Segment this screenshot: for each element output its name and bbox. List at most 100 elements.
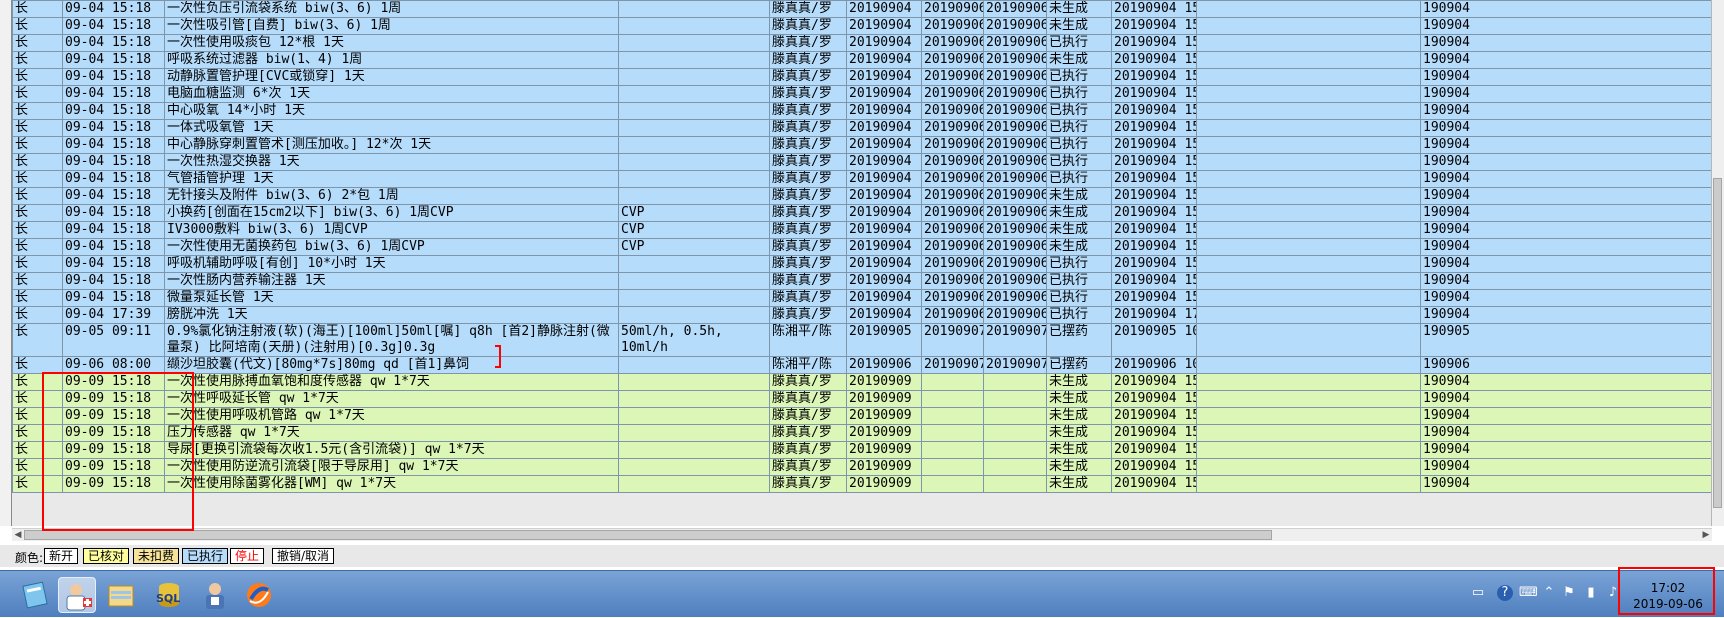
cell-exec-date: 20190906	[922, 256, 984, 273]
table-row[interactable]: 长09-09 15:18压力传感器 qw 1*7天滕真真/罗20190909未生…	[13, 425, 1724, 442]
table-row[interactable]: 长09-04 15:18IV3000敷料 biw(3、6) 1周CVPCVP滕真…	[13, 222, 1724, 239]
cell-status: 已摆药	[1047, 357, 1112, 374]
table-row[interactable]: 长09-09 15:18一次性使用呼吸机管路 qw 1*7天滕真真/罗20190…	[13, 408, 1724, 425]
cell-order-content: 一次性呼吸延长管 qw 1*7天	[165, 391, 619, 408]
cell-blank	[1197, 273, 1421, 290]
table-row[interactable]: 长09-04 15:18呼吸系统过滤器 biw(1、4) 1周滕真真/罗2019…	[13, 52, 1724, 69]
browser-app-icon[interactable]	[240, 577, 278, 613]
network-icon[interactable]: ▭	[1470, 585, 1486, 601]
table-row[interactable]: 长09-04 15:18气管插管护理 1天滕真真/罗20190904201909…	[13, 171, 1724, 188]
cell-status: 未生成	[1047, 374, 1112, 391]
table-row[interactable]: 长09-05 09:110.9%氯化钠注射液(软)(海王)[100ml]50ml…	[13, 324, 1724, 357]
table-row[interactable]: 长09-04 15:18小换药[创面在15cm2以下] biw(3、6) 1周C…	[13, 205, 1724, 222]
cell-dosage-note	[619, 408, 770, 425]
cell-order-content: 一次性肠内营养输注器 1天	[165, 273, 619, 290]
cell-type: 长	[13, 52, 63, 69]
horizontal-scrollbar-thumb[interactable]	[24, 530, 1272, 540]
cell-end-date: 20190906	[984, 171, 1047, 188]
cell-batch: 190904	[1421, 86, 1724, 103]
cell-exec-date: 20190907	[922, 324, 984, 357]
table-row[interactable]: 长09-04 15:18无针接头及附件 biw(3、6) 2*包 1周滕真真/罗…	[13, 188, 1724, 205]
table-row[interactable]: 长09-06 08:00缬沙坦胶囊(代文)[80mg*7s]80mg qd [首…	[13, 357, 1724, 374]
keyboard-icon[interactable]: ⌨	[1519, 585, 1535, 601]
nurse-app-icon[interactable]	[196, 577, 234, 613]
horizontal-scrollbar[interactable]: ◀ ▶	[12, 528, 1712, 541]
cell-batch: 190904	[1421, 222, 1724, 239]
cell-exec-date: 20190906	[922, 307, 984, 324]
table-row[interactable]: 长09-04 15:18一次性肠内营养输注器 1天滕真真/罗2019090420…	[13, 273, 1724, 290]
cell-doctor-nurse: 滕真真/罗	[770, 52, 847, 69]
cell-batch: 190904	[1421, 476, 1724, 493]
cell-exec-date: 20190906	[922, 222, 984, 239]
cell-end-date	[984, 408, 1047, 425]
table-row[interactable]: 长09-04 17:39膀胱冲洗 1天滕真真/罗2019090420190906…	[13, 307, 1724, 324]
scroll-right-arrow-icon[interactable]: ▶	[1700, 529, 1712, 541]
table-row[interactable]: 长09-04 15:18一体式吸氧管 1天滕真真/罗20190904201909…	[13, 120, 1724, 137]
vertical-scrollbar[interactable]	[1711, 0, 1724, 526]
table-row[interactable]: 长09-09 15:18导尿[更换引流袋每次收1.5元(含引流袋)] qw 1*…	[13, 442, 1724, 459]
cell-exec-date: 20190906	[922, 239, 984, 256]
cell-dosage-note	[619, 86, 770, 103]
table-row[interactable]: 长09-04 15:18微量泵延长管 1天滕真真/罗20190904201909…	[13, 290, 1724, 307]
cell-doctor-nurse: 陈湘平/陈	[770, 324, 847, 357]
cell-type: 长	[13, 35, 63, 52]
cell-status: 未生成	[1047, 18, 1112, 35]
cell-entry-time: 20190904 15:54:44	[1112, 120, 1197, 137]
cell-order-content: 导尿[更换引流袋每次收1.5元(含引流袋)] qw 1*7天	[165, 442, 619, 459]
cell-start-time: 09-04 15:18	[63, 1, 165, 18]
table-row[interactable]: 长09-04 15:18电脑血糖监测 6*次 1天滕真真/罗2019090420…	[13, 86, 1724, 103]
table-row[interactable]: 长09-04 15:18呼吸机辅助呼吸[有创] 10*小时 1天滕真真/罗201…	[13, 256, 1724, 273]
table-row[interactable]: 长09-09 15:18一次性呼吸延长管 qw 1*7天滕真真/罗2019090…	[13, 391, 1724, 408]
table-row[interactable]: 长09-04 15:18一次性吸引管[自费] biw(3、6) 1周滕真真/罗2…	[13, 18, 1724, 35]
cell-doctor-nurse: 滕真真/罗	[770, 391, 847, 408]
cell-end-date: 20190906	[984, 188, 1047, 205]
cell-blank	[1197, 52, 1421, 69]
action-center-icon[interactable]: ⚑	[1561, 585, 1577, 601]
table-row[interactable]: 长09-04 15:18动静脉置管护理[CVC或锁穿] 1天滕真真/罗20190…	[13, 69, 1724, 86]
cell-blank	[1197, 35, 1421, 52]
cell-order-content: 中心吸氧 14*小时 1天	[165, 103, 619, 120]
color-legend: 颜色: 新开 已核对 未扣费 已执行 停止 撤销/取消	[0, 545, 1724, 567]
cell-order-content: 动静脉置管护理[CVC或锁穿] 1天	[165, 69, 619, 86]
cell-blank	[1197, 324, 1421, 357]
table-row[interactable]: 长09-04 15:18一次性使用吸痰包 12*根 1天滕真真/罗2019090…	[13, 35, 1724, 52]
cell-status: 已执行	[1047, 307, 1112, 324]
table-row[interactable]: 长09-04 15:18中心吸氧 14*小时 1天滕真真/罗2019090420…	[13, 103, 1724, 120]
cell-type: 长	[13, 273, 63, 290]
notebook-app-icon[interactable]	[16, 577, 54, 613]
table-row[interactable]: 长09-09 15:18一次性使用除菌雾化器[WM] qw 1*7天滕真真/罗2…	[13, 476, 1724, 493]
cell-doctor-nurse: 滕真真/罗	[770, 137, 847, 154]
cell-end-date	[984, 442, 1047, 459]
cell-start-date: 20190905	[847, 324, 922, 357]
table-row[interactable]: 长09-09 15:18一次性使用防逆流引流袋[限于导尿用] qw 1*7天滕真…	[13, 459, 1724, 476]
tray-expand-icon[interactable]: ⌃	[1541, 585, 1557, 601]
cell-dosage-note	[619, 52, 770, 69]
table-row[interactable]: 长09-04 15:18中心静脉穿刺置管术[测压加收。] 12*次 1天滕真真/…	[13, 137, 1724, 154]
table-row[interactable]: 长09-04 15:18一次性使用无菌换药包 biw(3、6) 1周CVPCVP…	[13, 239, 1724, 256]
clock[interactable]: 17:02 2019-09-06	[1622, 580, 1714, 614]
legend-stopped: 停止	[230, 548, 264, 564]
help-icon[interactable]: ?	[1497, 585, 1513, 601]
cell-dosage-note	[619, 137, 770, 154]
cell-dosage-note	[619, 374, 770, 391]
table-row[interactable]: 长09-04 15:18一次性热湿交换器 1天滕真真/罗201909042019…	[13, 154, 1724, 171]
table-row[interactable]: 长09-09 15:18一次性使用脉搏血氧饱和度传感器 qw 1*7天滕真真/罗…	[13, 374, 1724, 391]
doctor-app-icon[interactable]	[58, 577, 96, 613]
power-icon[interactable]: ▮	[1583, 585, 1599, 601]
scroll-left-arrow-icon[interactable]: ◀	[12, 529, 24, 541]
folder-app-icon[interactable]	[102, 577, 140, 613]
cell-start-time: 09-04 17:39	[63, 307, 165, 324]
cell-blank	[1197, 171, 1421, 188]
volume-icon[interactable]: ♪	[1605, 585, 1621, 601]
cell-type: 长	[13, 222, 63, 239]
cell-exec-date: 20190907	[922, 357, 984, 374]
vertical-scrollbar-thumb[interactable]	[1713, 178, 1722, 508]
legend-checked: 已核对	[83, 548, 129, 564]
cell-doctor-nurse: 滕真真/罗	[770, 1, 847, 18]
cell-doctor-nurse: 滕真真/罗	[770, 239, 847, 256]
sql-app-icon[interactable]: SQL	[150, 577, 188, 613]
cell-entry-time: 20190904 15:54:44	[1112, 171, 1197, 188]
cell-entry-time: 20190904 15:54:45	[1112, 188, 1197, 205]
table-row[interactable]: 长09-04 15:18一次性负压引流袋系统 biw(3、6) 1周滕真真/罗2…	[13, 1, 1724, 18]
cell-end-date: 20190906	[984, 18, 1047, 35]
